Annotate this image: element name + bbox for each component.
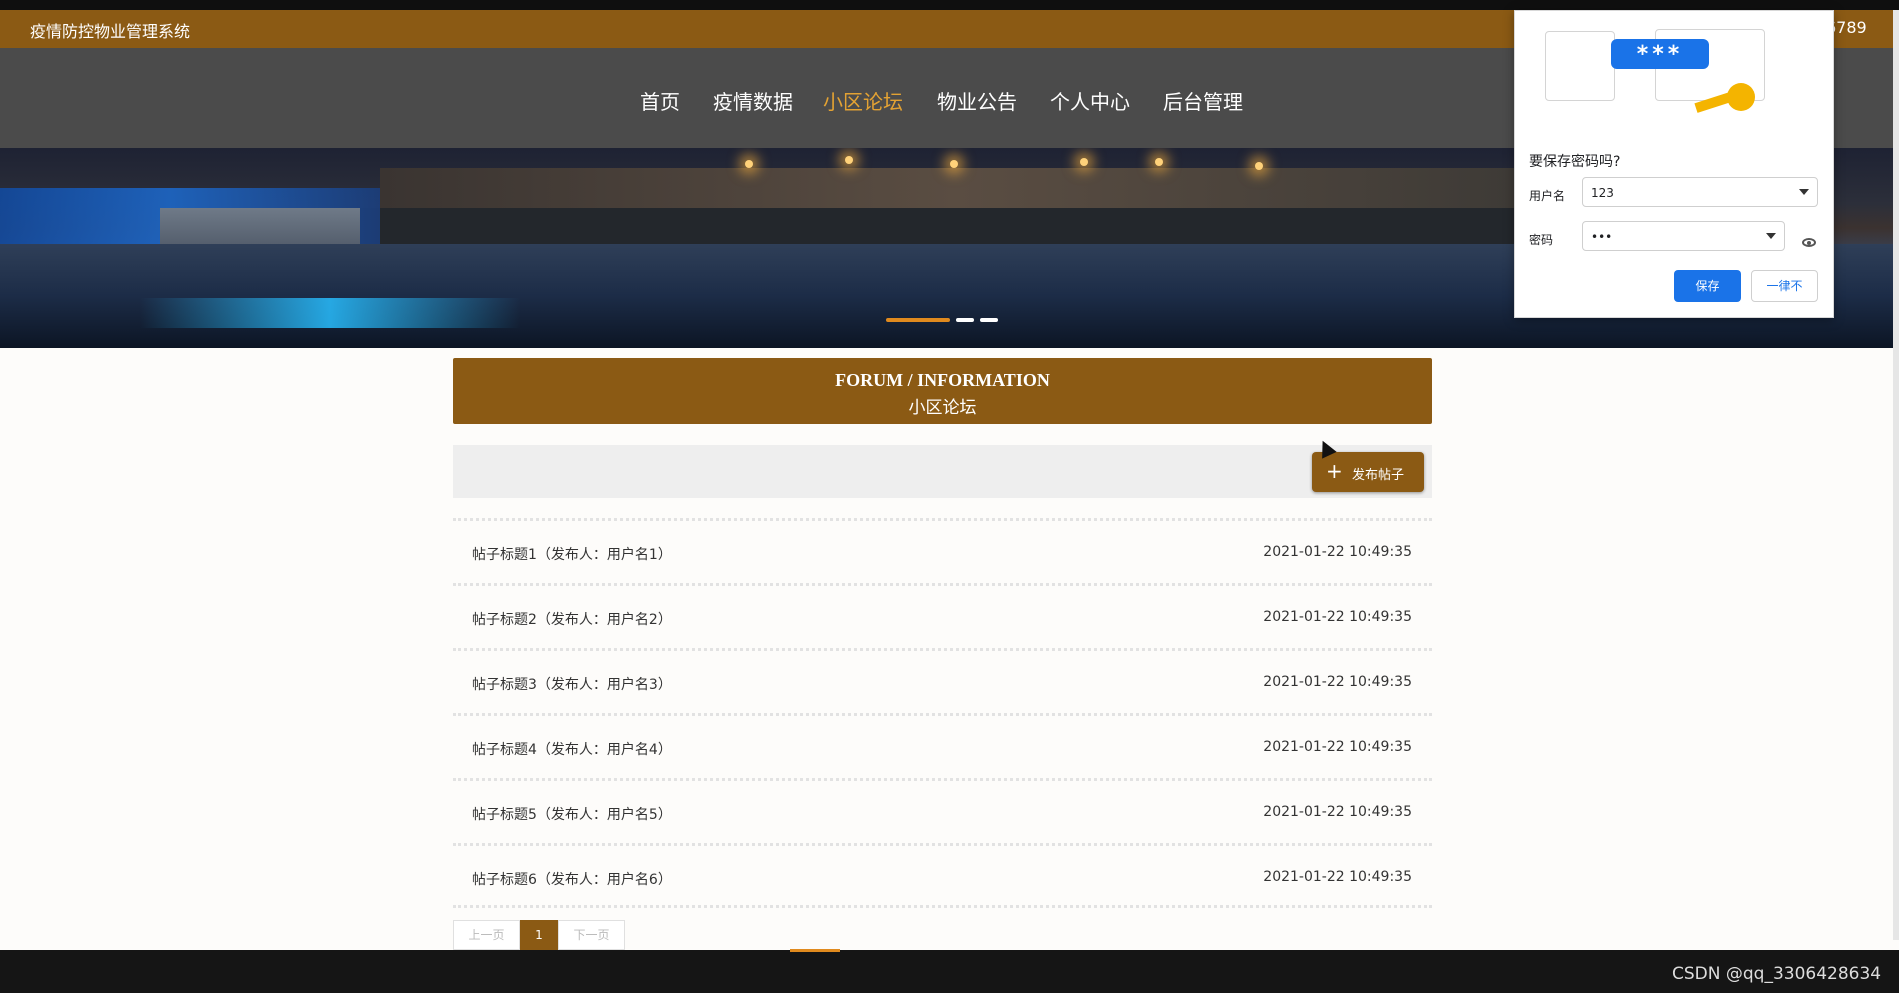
post-time: 2021-01-22 10:49:35 bbox=[1263, 544, 1412, 560]
key-head-icon bbox=[1727, 83, 1755, 111]
pager-prev-button[interactable]: 上一页 bbox=[453, 920, 520, 950]
post-title[interactable]: 帖子标题2（发布人：用户名2） bbox=[472, 609, 672, 629]
banner-lamp bbox=[745, 160, 753, 168]
post-title[interactable]: 帖子标题6（发布人：用户名6） bbox=[472, 869, 672, 889]
section-title-en: FORUM / INFORMATION bbox=[835, 370, 1050, 390]
forum-toolbar bbox=[453, 445, 1432, 498]
page-scrollbar[interactable] bbox=[1893, 10, 1899, 940]
save-password-popup: *** 要保存密码吗? 用户名 123 密码 ••• 保存 一律不 bbox=[1514, 10, 1834, 318]
post-time: 2021-01-22 10:49:35 bbox=[1263, 804, 1412, 820]
nav-personal-center[interactable]: 个人中心 bbox=[1050, 86, 1130, 115]
site-title: 疫情防控物业管理系统 bbox=[30, 22, 191, 41]
pager-next-button[interactable]: 下一页 bbox=[558, 920, 625, 950]
list-item[interactable]: 帖子标题1（发布人：用户名1） 2021-01-22 10:49:35 bbox=[453, 518, 1432, 583]
password-label: 密码 bbox=[1529, 233, 1554, 247]
list-item[interactable]: 帖子标题2（发布人：用户名2） 2021-01-22 10:49:35 bbox=[453, 583, 1432, 648]
eye-icon[interactable] bbox=[1802, 238, 1816, 247]
pager-current-page[interactable]: 1 bbox=[520, 920, 558, 950]
nav-home[interactable]: 首页 bbox=[640, 86, 680, 115]
chevron-down-icon bbox=[1799, 189, 1809, 195]
list-item[interactable]: 帖子标题4（发布人：用户名4） 2021-01-22 10:49:35 bbox=[453, 713, 1432, 778]
illustration-device-icon bbox=[1545, 31, 1615, 101]
save-password-button[interactable]: 保存 bbox=[1674, 270, 1741, 302]
nav-community-forum[interactable]: 小区论坛 bbox=[823, 86, 903, 115]
chevron-down-icon bbox=[1766, 233, 1776, 239]
page: 疫情防控物业管理系统 6789 首页 疫情数据 小区论坛 物业公告 个人中心 后… bbox=[0, 0, 1899, 993]
post-time: 2021-01-22 10:49:35 bbox=[1263, 609, 1412, 625]
post-list: 帖子标题1（发布人：用户名1） 2021-01-22 10:49:35 帖子标题… bbox=[453, 518, 1432, 908]
list-item[interactable]: 帖子标题5（发布人：用户名5） 2021-01-22 10:49:35 bbox=[453, 778, 1432, 843]
banner-lamp bbox=[1080, 158, 1088, 166]
banner-promenade bbox=[350, 208, 1600, 244]
password-select[interactable]: ••• bbox=[1582, 221, 1785, 251]
watermark-text: CSDN @qq_3306428634 bbox=[1672, 964, 1882, 984]
post-title[interactable]: 帖子标题1（发布人：用户名1） bbox=[472, 544, 672, 564]
top-strip bbox=[0, 0, 1899, 10]
carousel-dot-active[interactable] bbox=[886, 318, 950, 322]
post-title[interactable]: 帖子标题5（发布人：用户名5） bbox=[472, 804, 672, 824]
post-time: 2021-01-22 10:49:35 bbox=[1263, 869, 1412, 885]
list-item[interactable]: 帖子标题3（发布人：用户名3） 2021-01-22 10:49:35 bbox=[453, 648, 1432, 713]
username-select[interactable]: 123 bbox=[1582, 177, 1818, 207]
post-time: 2021-01-22 10:49:35 bbox=[1263, 674, 1412, 690]
username-value: 123 bbox=[1591, 186, 1614, 200]
carousel-dot[interactable] bbox=[956, 318, 974, 322]
carousel-dot[interactable] bbox=[980, 318, 998, 322]
nav-epidemic-data[interactable]: 疫情数据 bbox=[713, 86, 793, 115]
publish-post-label: 发布帖子 bbox=[1352, 468, 1405, 483]
nav-property-notice[interactable]: 物业公告 bbox=[937, 86, 1017, 115]
section-title-cn: 小区论坛 bbox=[908, 398, 977, 418]
password-value: ••• bbox=[1591, 230, 1613, 244]
username-label: 用户名 bbox=[1529, 189, 1566, 203]
popup-title: 要保存密码吗? bbox=[1529, 154, 1621, 170]
plus-icon: + bbox=[1326, 459, 1343, 483]
post-time: 2021-01-22 10:49:35 bbox=[1263, 739, 1412, 755]
banner-lamp bbox=[845, 156, 853, 164]
banner-lamp bbox=[1155, 158, 1163, 166]
nav-admin[interactable]: 后台管理 bbox=[1163, 86, 1243, 115]
banner-building bbox=[380, 168, 1530, 208]
post-title[interactable]: 帖子标题3（发布人：用户名3） bbox=[472, 674, 672, 694]
bottom-accent-line bbox=[790, 949, 840, 952]
bottom-bar bbox=[0, 950, 1899, 993]
section-header: FORUM / INFORMATION 小区论坛 bbox=[453, 358, 1432, 424]
banner-light-reflection bbox=[140, 298, 520, 328]
password-mask-icon: *** bbox=[1611, 39, 1709, 69]
publish-post-button[interactable]: + 发布帖子 bbox=[1312, 452, 1424, 492]
banner-lamp bbox=[1255, 162, 1263, 170]
post-title[interactable]: 帖子标题4（发布人：用户名4） bbox=[472, 739, 672, 759]
list-item[interactable]: 帖子标题6（发布人：用户名6） 2021-01-22 10:49:35 bbox=[453, 843, 1432, 908]
banner-lamp bbox=[950, 160, 958, 168]
never-save-button[interactable]: 一律不 bbox=[1751, 270, 1818, 302]
